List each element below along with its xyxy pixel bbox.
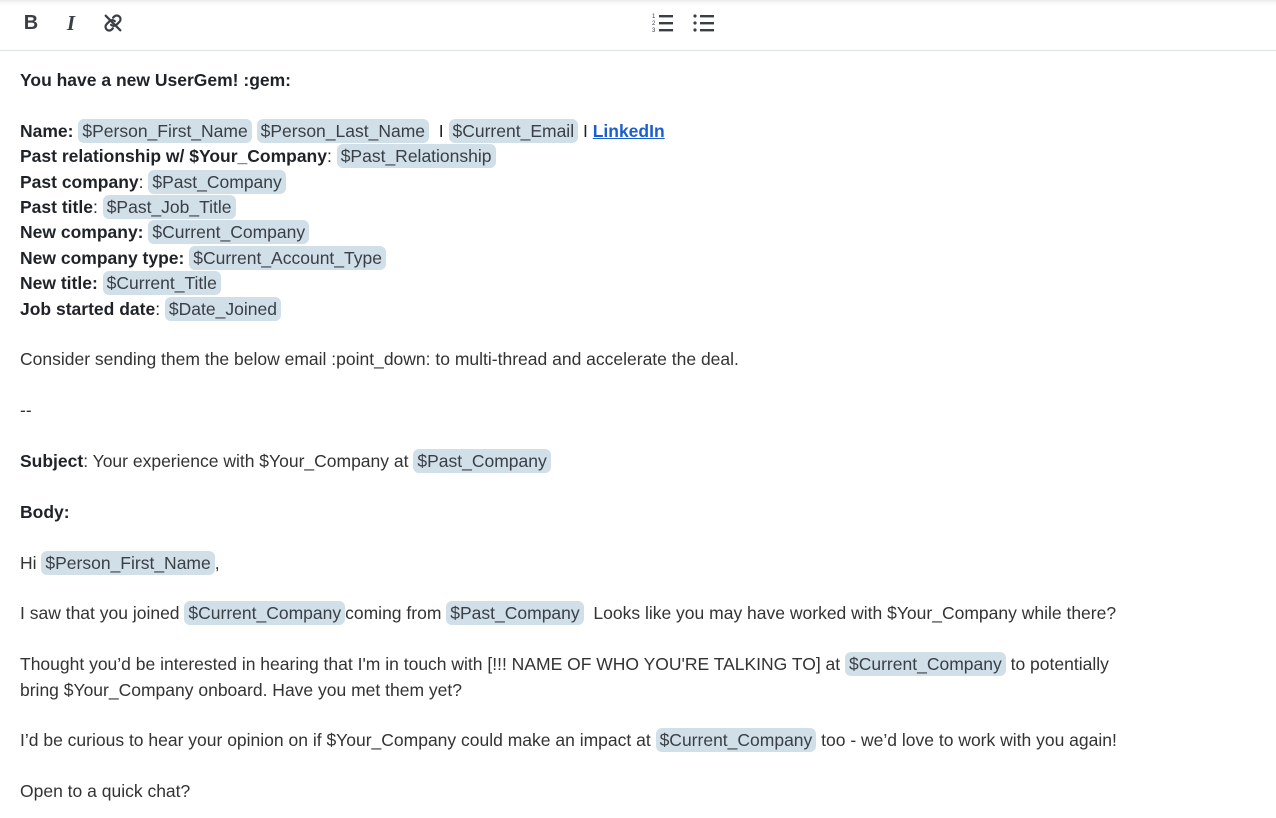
- past-title-line: Past title: $Past_Job_Title: [20, 195, 1256, 220]
- token-past-relationship[interactable]: $Past_Relationship: [336, 144, 496, 169]
- message-body[interactable]: You have a new UserGem! :gem: Name: $Per…: [0, 51, 1276, 805]
- bullet-list-icon: [693, 14, 714, 32]
- bold-icon: B: [23, 11, 39, 34]
- new-title-line: New title: $Current_Title: [20, 271, 1256, 296]
- thought-paragraph: Thought you’d be interested in hearing t…: [20, 652, 1109, 700]
- open-line: Open to a quick chat?: [20, 781, 191, 802]
- token-past-job-title[interactable]: $Past_Job_Title: [102, 195, 236, 220]
- bold-button[interactable]: B: [18, 10, 44, 36]
- token-greeting-first-name[interactable]: $Person_First_Name: [41, 550, 215, 575]
- token-past-company[interactable]: $Past_Company: [148, 169, 286, 194]
- curious-line: I’d be curious to hear your opinion on i…: [20, 728, 1117, 753]
- token-current-title[interactable]: $Current_Title: [102, 271, 221, 296]
- job-started-line: Job started date: $Date_Joined: [20, 296, 1256, 322]
- italic-button[interactable]: I: [58, 10, 84, 36]
- message-title: You have a new UserGem! :gem:: [20, 70, 292, 90]
- name-line: Name: $Person_First_Name $Person_Last_Na…: [20, 118, 665, 143]
- svg-text:2: 2: [652, 21, 656, 27]
- greeting-line: Hi $Person_First_Name,: [20, 550, 220, 575]
- link-icon: [104, 14, 122, 32]
- token-first-name[interactable]: $Person_First_Name: [78, 118, 252, 143]
- subject-line: Subject: Your experience with $Your_Comp…: [20, 449, 1256, 474]
- token-current-account-type[interactable]: $Current_Account_Type: [189, 245, 386, 270]
- ordered-list-icon: 1 2 3: [652, 14, 673, 34]
- past-relationship-line: Past relationship w/ $Your_Company: $Pas…: [20, 144, 1256, 169]
- linkedin-link[interactable]: LinkedIn: [593, 121, 665, 141]
- token-subject-past-company[interactable]: $Past_Company: [413, 449, 551, 474]
- editor-toolbar: B I 1 2 3: [0, 0, 1276, 51]
- token-saw-current-company[interactable]: $Current_Company: [184, 601, 346, 626]
- consider-line: Consider sending them the below email :p…: [20, 349, 739, 370]
- new-company-type-line: New company type: $Current_Account_Type: [20, 245, 1256, 271]
- saw-line: I saw that you joined $Current_Company co…: [20, 601, 1117, 626]
- svg-text:3: 3: [652, 28, 656, 34]
- token-curious-current-company[interactable]: $Current_Company: [655, 728, 817, 753]
- dashes-line: --: [20, 400, 32, 421]
- token-last-name[interactable]: $Person_Last_Name: [256, 118, 430, 143]
- bullet-list-button[interactable]: [691, 10, 717, 36]
- past-company-line: Past company: $Past_Company: [20, 169, 1256, 195]
- new-company-line: New company: $Current_Company: [20, 220, 1256, 245]
- body-label: Body:: [20, 501, 70, 522]
- token-saw-past-company[interactable]: $Past_Company: [446, 601, 584, 626]
- link-button[interactable]: [100, 10, 126, 36]
- italic-icon: I: [66, 10, 76, 35]
- ordered-list-button[interactable]: 1 2 3: [650, 10, 676, 36]
- token-thought-current-company[interactable]: $Current_Company: [845, 652, 1006, 677]
- token-current-company[interactable]: $Current_Company: [148, 220, 310, 245]
- svg-text:1: 1: [652, 14, 656, 20]
- token-date-joined[interactable]: $Date_Joined: [164, 296, 281, 321]
- token-email[interactable]: $Current_Email: [448, 118, 579, 143]
